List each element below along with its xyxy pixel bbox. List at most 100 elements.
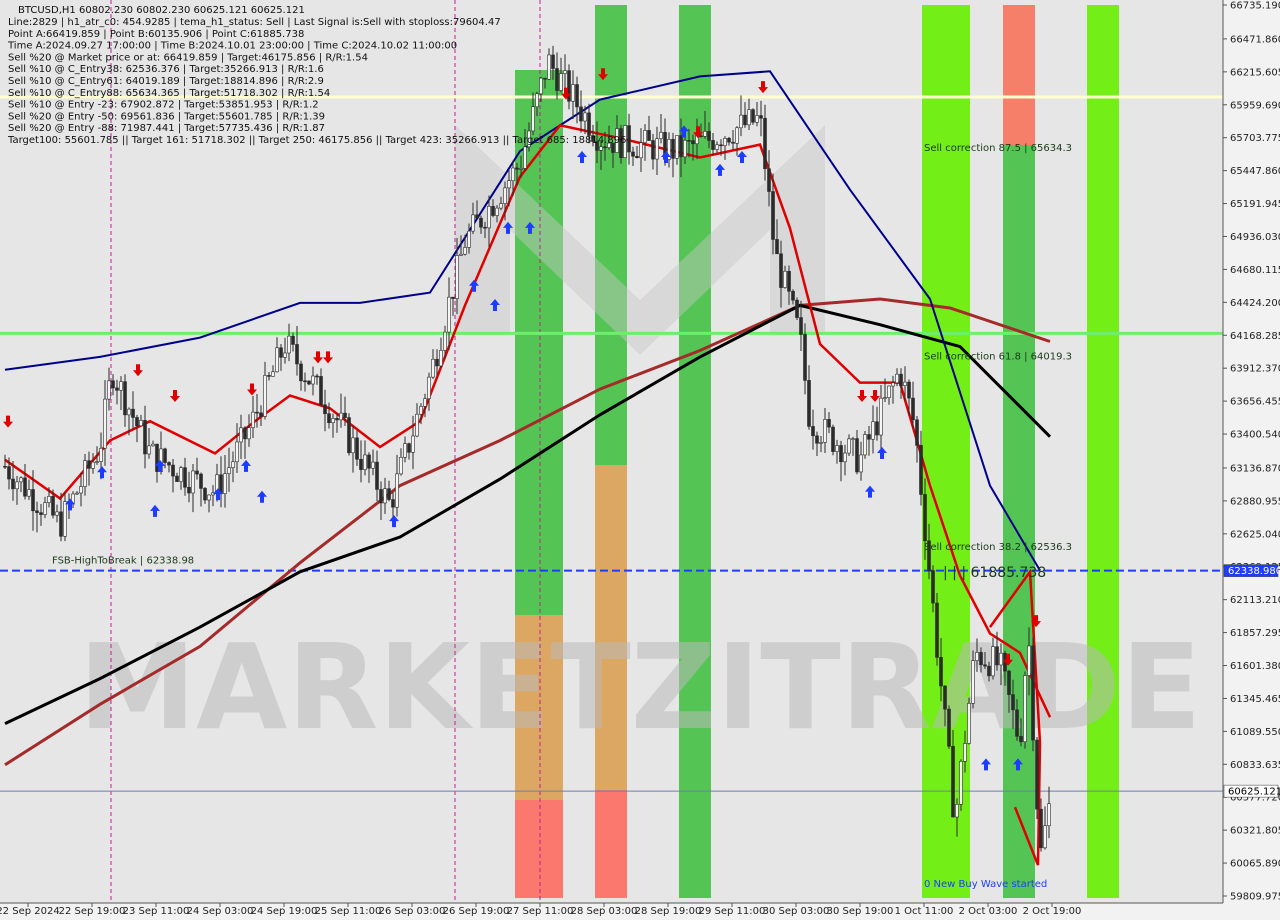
candle-body <box>1039 808 1043 849</box>
info-line-9: Sell %20 @ Entry -88: 71987.441 | Target… <box>8 123 325 134</box>
candle-body <box>187 486 191 494</box>
candle-body <box>811 426 815 437</box>
candle-body <box>427 376 431 399</box>
candle-body <box>95 461 99 463</box>
candle-body <box>871 421 875 440</box>
candle-body <box>583 112 587 122</box>
candle-body <box>735 127 739 144</box>
candle-body <box>55 511 59 516</box>
candle-body <box>787 270 791 292</box>
candle-body <box>291 335 295 345</box>
candle-body <box>891 382 895 387</box>
annotation-0: FSB-HighToBreak | 62338.98 <box>52 555 194 566</box>
candle-body <box>979 652 983 666</box>
x-tick-label: 23 Sep 11:00 <box>123 906 190 917</box>
candle-body <box>435 358 439 367</box>
candle-body <box>635 155 639 159</box>
candle-body <box>575 84 579 108</box>
info-line-0: Line:2829 | h1_atr_c0: 454.9285 | tema_h… <box>8 17 501 28</box>
candle-body <box>799 317 803 335</box>
candle-body <box>571 84 575 102</box>
candle-body <box>51 496 55 516</box>
candle-body <box>371 461 375 469</box>
candle-body <box>439 350 443 367</box>
candle-body <box>119 381 123 391</box>
candle-body <box>779 253 783 288</box>
candle-body <box>603 146 607 149</box>
candle-body <box>683 140 687 158</box>
candle-body <box>459 253 463 256</box>
info-line-1: Point A:66419.859 | Point B:60135.906 | … <box>8 29 304 40</box>
candle-body <box>543 77 547 80</box>
candle-body <box>423 398 427 407</box>
candle-body <box>311 375 315 385</box>
candle-body <box>139 420 143 427</box>
candle-body <box>103 398 107 449</box>
candle-body <box>179 467 183 482</box>
candle-body <box>167 462 171 466</box>
candle-body <box>755 115 759 123</box>
x-tick-label: 22 Sep 19:00 <box>59 906 126 917</box>
candle-body <box>7 466 11 480</box>
candle-body <box>163 448 167 463</box>
candle-body <box>763 117 767 170</box>
candle-body <box>555 68 559 91</box>
candle-body <box>963 743 967 762</box>
candle-body <box>835 445 839 452</box>
candle-body <box>3 465 7 468</box>
candle-body <box>39 512 43 515</box>
candle-body <box>715 144 719 150</box>
candle-body <box>831 426 835 452</box>
candle-body <box>767 168 771 192</box>
candle-body <box>275 347 279 373</box>
y-tick-label: 63400.540 <box>1230 430 1280 441</box>
candle-body <box>1007 670 1011 695</box>
info-line-2: Time A:2024.09.27 17:00:00 | Time B:2024… <box>7 41 457 52</box>
candle-body <box>207 494 211 501</box>
candle-body <box>31 489 35 512</box>
candle-body <box>911 397 915 421</box>
candle-body <box>943 685 947 710</box>
candle-body <box>267 375 271 377</box>
candle-body <box>995 646 999 666</box>
candle-body <box>235 441 239 463</box>
candle-body <box>771 191 775 240</box>
price-tag-label: 62338.980 <box>1228 566 1280 577</box>
candle-body <box>1011 694 1015 711</box>
candle-body <box>107 380 111 400</box>
candle-body <box>1015 709 1019 737</box>
candle-body <box>991 646 995 677</box>
candle-body <box>827 419 831 428</box>
candle-body <box>931 570 935 604</box>
candle-body <box>131 408 135 418</box>
candle-body <box>79 486 83 494</box>
candle-body <box>691 140 695 145</box>
candle-body <box>599 146 603 151</box>
candle-body <box>183 467 187 488</box>
candle-body <box>839 445 843 463</box>
info-line-8: Sell %20 @ Entry -50: 69561.836 | Target… <box>8 111 325 122</box>
candle-body <box>915 419 919 446</box>
x-tick-label: 29 Sep 11:00 <box>699 906 766 917</box>
candle-body <box>199 473 203 489</box>
candle-body <box>143 420 147 455</box>
candle-body <box>819 442 823 444</box>
candle-body <box>307 380 311 385</box>
candle-body <box>27 489 31 497</box>
candle-body <box>999 652 1003 666</box>
candle-body <box>935 602 939 658</box>
candle-body <box>503 187 507 204</box>
candle-body <box>731 141 735 144</box>
candle-body <box>87 460 91 469</box>
y-tick-label: 61601.380 <box>1230 661 1280 672</box>
x-tick-label: 24 Sep 19:00 <box>251 906 318 917</box>
candle-body <box>399 457 403 475</box>
candle-body <box>563 70 567 74</box>
y-tick-label: 60833.635 <box>1230 760 1280 771</box>
candle-body <box>63 501 67 537</box>
candle-body <box>863 434 867 456</box>
price-chart[interactable]: MARKETZITRADE FSB-HighToBreak | 62338.98… <box>0 0 1280 920</box>
candle-body <box>115 387 119 391</box>
x-tick-label: 25 Sep 11:00 <box>315 906 382 917</box>
candle-body <box>923 494 927 542</box>
